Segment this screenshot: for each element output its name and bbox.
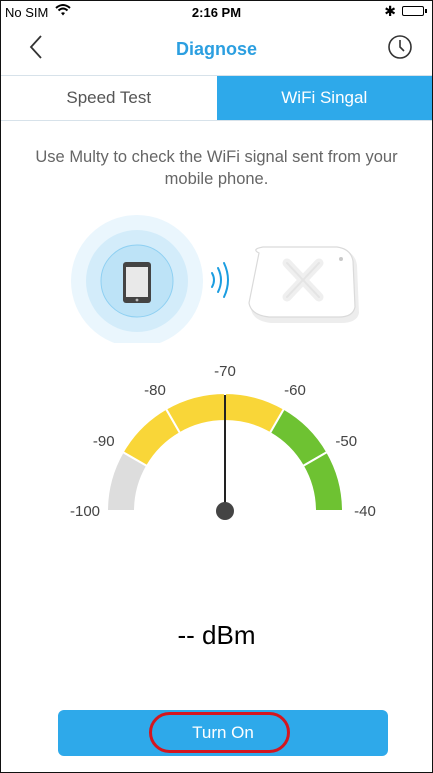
tab-label: WiFi Singal — [281, 88, 368, 107]
bluetooth-icon: ✱ — [384, 3, 396, 19]
app-frame: No SIM 2:16 PM ✱ Diagnose Speed Test WiF… — [0, 0, 433, 773]
gauge-tick-label: -40 — [354, 503, 376, 520]
turn-on-label: Turn On — [192, 723, 254, 742]
battery-icon — [402, 6, 427, 16]
illustration — [1, 213, 432, 347]
tab-label: Speed Test — [66, 88, 152, 107]
wifi-waves-icon — [211, 262, 229, 298]
gauge-tick-label: -70 — [214, 363, 236, 380]
instruction-text: Use Multy to check the WiFi signal sent … — [35, 148, 398, 188]
gauge-hub — [216, 502, 234, 520]
gauge-tick-label: -50 — [335, 433, 357, 450]
gauge-tick-label: -100 — [70, 503, 100, 520]
gauge-tick-label: -90 — [93, 433, 115, 450]
gauge-tick-label: -80 — [144, 382, 166, 399]
page-title: Diagnose — [175, 39, 258, 59]
tab-bar: Speed Test WiFi Singal — [1, 75, 432, 121]
history-button[interactable] — [386, 33, 414, 61]
clock-time: 2:16 PM — [191, 5, 242, 20]
signal-reading: -- dBm — [177, 620, 256, 650]
signal-gauge: -100 -90 -80 -70 -60 -50 -40 — [1, 359, 432, 539]
clock-icon — [388, 35, 412, 59]
status-bar: No SIM 2:16 PM ✱ — [1, 1, 432, 23]
tab-wifi-signal[interactable]: WiFi Singal — [216, 76, 432, 120]
gauge-tick-label: -60 — [284, 382, 306, 399]
turn-on-button[interactable]: Turn On — [58, 710, 388, 756]
nav-bar: Diagnose — [1, 23, 432, 75]
router-icon — [248, 246, 359, 323]
gauge-dial: -100 -90 -80 -70 -60 -50 -40 — [70, 363, 376, 520]
phone-icon — [123, 262, 151, 303]
tab-speed-test[interactable]: Speed Test — [1, 76, 217, 120]
